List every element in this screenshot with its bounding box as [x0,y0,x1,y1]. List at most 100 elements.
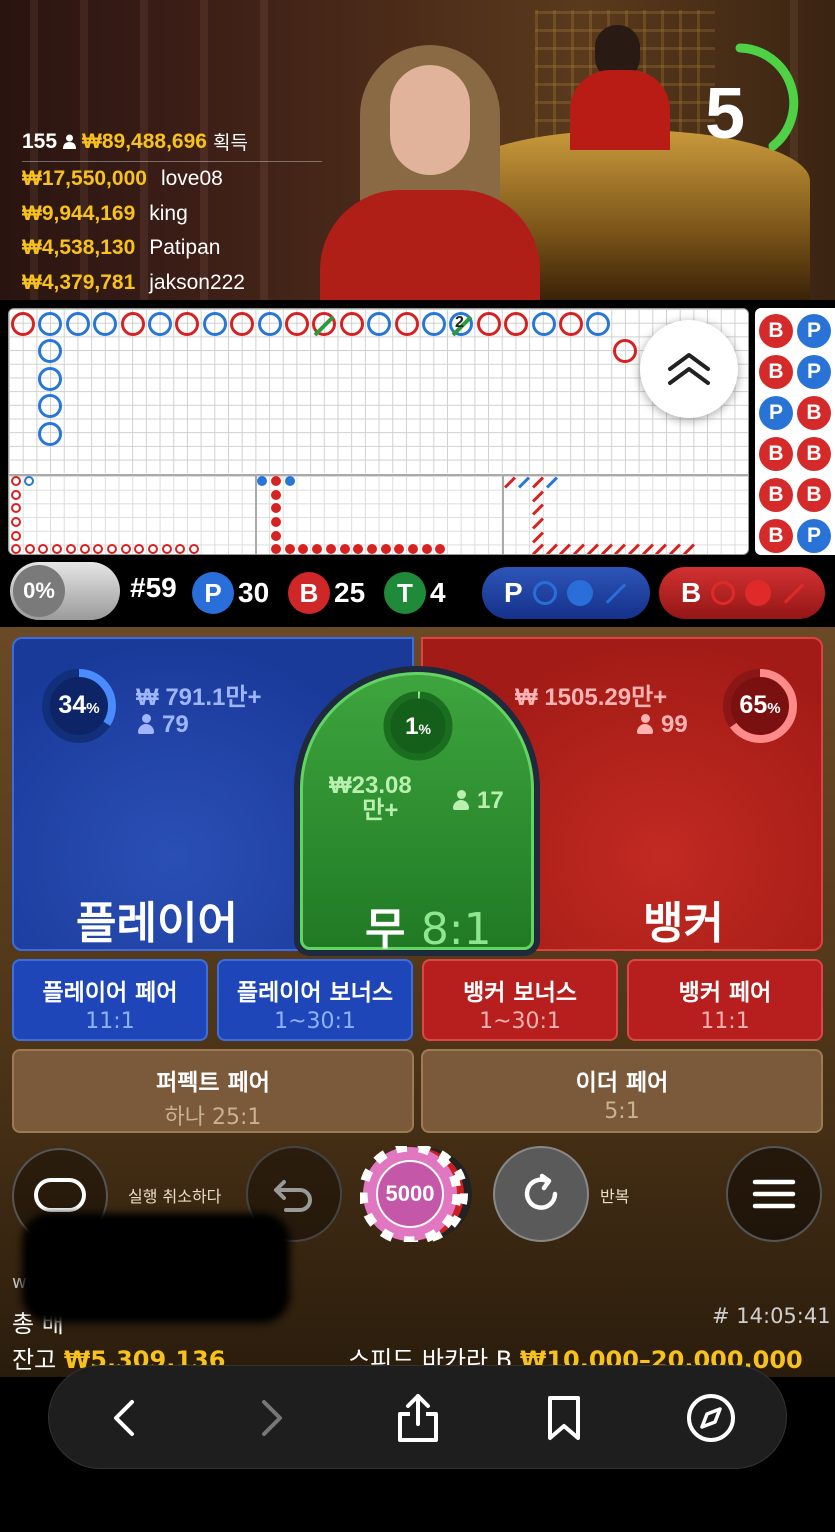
side-bet-odds: 5:1 [604,1099,640,1124]
player-pair-bet[interactable]: 플레이어 페어 11:1 [12,959,208,1041]
derived-road-mark [421,544,432,554]
tie-badge: T [384,572,426,614]
banker-predict-button[interactable]: B [659,567,825,619]
road-bead [65,312,90,336]
undo-icon [274,1180,312,1212]
road-bead [531,312,556,336]
winner-row: ₩4,379,781 jakson222 [22,266,322,301]
compass-button[interactable] [681,1388,741,1448]
tie-slash [313,315,335,337]
road-bead [394,312,419,336]
tie-bet-spot[interactable]: 1% ₩23.08 만+ 17 무 8:1 [300,672,534,955]
compass-icon [687,1394,735,1442]
winners-list: 155 ₩89,488,696 획득 ₩17,550,000 love08 ₩9,… [22,128,322,300]
back-button[interactable] [95,1388,155,1448]
road-bead [285,312,309,336]
derived-road-mark [271,476,281,486]
banker-count: 25 [334,577,366,608]
forward-button[interactable] [241,1388,301,1448]
share-icon [398,1394,438,1442]
derived-road-mark [11,530,21,541]
derived-road-mark [285,476,295,486]
banker-bet-total: ₩ 1505.29만+ [515,684,668,711]
bead-banker: B [797,396,831,430]
road-bead [202,312,227,336]
road-bead [11,312,35,336]
repeat-icon [524,1173,558,1210]
player-percent: 34% [58,691,100,719]
derived-road-mark [120,544,131,554]
road-bead [38,421,63,446]
bead-banker: B [759,478,793,512]
side-bet-odds: 11:1 [85,1009,135,1034]
side-bet-label: 뱅커 보너스 [463,980,577,1006]
bead-banker: B [797,478,831,512]
winner-amount: ₩9,944,169 [22,201,136,225]
perfect-pair-bet[interactable]: 퍼펙트 페어 하나 25:1 [12,1049,414,1133]
repeat-button[interactable] [493,1146,589,1242]
bead-banker: B [759,437,793,471]
browser-toolbar [48,1365,787,1469]
player-bonus-bet[interactable]: 플레이어 보너스 1~30:1 [217,959,413,1041]
tie-count: 2 [455,314,464,331]
tie-wins: T 4 [384,572,446,614]
bead-banker: B [797,437,831,471]
bead-plate: BBPBBBPPBBBP [755,308,835,555]
either-pair-bet[interactable]: 이더 페어 5:1 [421,1049,823,1133]
banker-pair-bet[interactable]: 뱅커 페어 11:1 [627,959,823,1041]
percent-toggle[interactable]: 0% [10,562,120,620]
player-badge: P [192,572,234,614]
player-predict-button[interactable]: P [482,567,650,619]
derived-road-mark [106,544,117,554]
player-bet-total: ₩ 791.1만+ [136,684,262,711]
derived-road-mark [271,530,281,541]
cockroach-slash [783,582,805,604]
winner-row: ₩4,538,130 Patipan [22,231,322,266]
winner-name: love08 [160,167,223,190]
bead-banker: B [759,355,793,389]
bead-player: P [797,519,831,553]
menu-button[interactable] [726,1146,822,1242]
side-bet-label: 플레이어 페어 [42,980,178,1006]
cockroach-slash [605,582,626,604]
side-bet-odds: 1~30:1 [479,1009,561,1034]
bookmarks-button[interactable] [534,1388,594,1448]
road-bead [120,312,145,336]
menu-icon [752,1179,796,1209]
derived-road-mark [24,476,34,486]
dealer [310,40,550,300]
banker-percent: 65% [739,691,781,719]
big-eye-ring [532,581,557,605]
banker-bettors: 99 [637,711,688,739]
chevrons-up-icon [668,353,710,385]
winners-header: 155 ₩89,488,696 획득 [22,128,322,162]
derived-road-mark [408,544,418,554]
big-road-scoreboard[interactable]: 2 [8,308,749,555]
dealer-background [570,25,670,150]
derived-road-mark [65,544,76,554]
winner-count: 155 [22,129,58,153]
road-bead [93,312,118,336]
side-bet-odds: 하나 25:1 [164,1105,262,1130]
banker-bonus-bet[interactable]: 뱅커 보너스 1~30:1 [422,959,618,1041]
banker-title: 뱅커 [643,898,724,949]
expand-roadmap-button[interactable] [640,320,738,418]
tie-percent: 1% [405,713,431,740]
bead-player: P [759,396,793,430]
derived-road-mark [161,544,172,554]
round-number: #59 [130,572,177,604]
winner-name: Patipan [149,236,221,259]
road-bead [367,312,392,336]
small-road-dot [566,580,593,606]
road-bead [257,312,282,336]
winner-amount: ₩17,550,000 [22,167,147,190]
road-bead [613,339,637,363]
predict-player-label: P [504,577,523,608]
share-button[interactable] [388,1388,448,1448]
derived-road-mark [11,544,21,554]
stats-bar: 0% #59 P 30 B 25 T 4 P B [0,558,835,626]
winner-row: ₩17,550,000 love08 [22,162,322,197]
road-bead [422,312,446,336]
derived-road-mark [148,544,158,554]
banker-wins: B 25 [288,572,365,614]
